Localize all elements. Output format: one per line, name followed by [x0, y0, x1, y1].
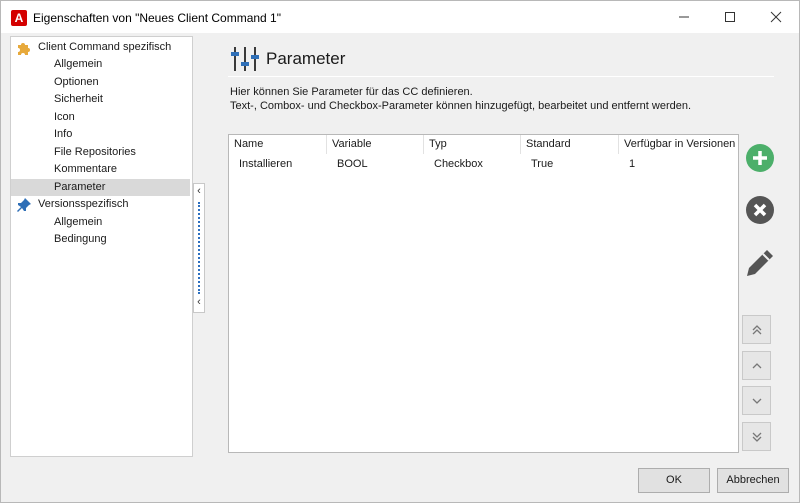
tree-item-parameter[interactable]: Parameter [11, 179, 190, 196]
tree-item-file-repositories[interactable]: File Repositories [11, 144, 192, 161]
minimize-button[interactable] [661, 1, 707, 33]
tree-group-label: Versionsspezifisch [38, 198, 129, 210]
add-parameter-button[interactable] [744, 142, 776, 174]
splitter-grip [198, 202, 200, 294]
maximize-button[interactable] [707, 1, 753, 33]
tree-item-sicherheit[interactable]: Sicherheit [11, 91, 192, 108]
double-chevron-up-icon [752, 325, 762, 335]
tree-item-allgemein[interactable]: Allgemein [11, 56, 192, 73]
tree-group-label: Client Command spezifisch [38, 41, 172, 53]
tree-item-label: Bedingung [54, 233, 107, 245]
tree-item-label: Allgemein [54, 216, 103, 228]
plus-circle-icon [746, 144, 774, 172]
tree-item-label: Parameter [54, 181, 106, 193]
description-line-1: Hier können Sie Parameter für das CC def… [230, 86, 473, 98]
double-chevron-down-icon [752, 432, 762, 442]
puzzle-icon [18, 43, 30, 55]
ok-button[interactable]: OK [638, 468, 710, 493]
tree-item-label: Info [54, 128, 73, 140]
cell-versionen: 1 [629, 158, 636, 170]
tree-item-kommentare[interactable]: Kommentare [11, 161, 192, 178]
app-logo-icon: A [11, 10, 27, 26]
close-button[interactable] [753, 1, 799, 33]
sidebar-splitter[interactable]: ‹ ‹ [193, 183, 205, 313]
title-bar: A Eigenschaften von "Neues Client Comman… [1, 1, 799, 33]
x-circle-icon [746, 196, 774, 224]
minimize-icon [679, 16, 689, 18]
description-line-2: Text-, Combox- und Checkbox-Parameter kö… [230, 100, 692, 112]
tree-item-label: Allgemein [54, 58, 103, 70]
pencil-icon [747, 250, 773, 276]
tree-item-label: Optionen [54, 76, 99, 88]
tree-item-info[interactable]: Info [11, 126, 192, 143]
tree-item-optionen[interactable]: Optionen [11, 74, 192, 91]
navigation-tree: Client Command spezifisch Allgemein Opti… [10, 36, 193, 457]
chevron-up-icon [752, 363, 762, 369]
cell-typ: Checkbox [434, 158, 483, 170]
pin-icon [17, 198, 31, 212]
tree-item-allgemein-version[interactable]: Allgemein [11, 214, 192, 231]
close-icon [770, 11, 782, 23]
chevron-down-icon [752, 398, 762, 404]
move-to-bottom-button[interactable] [742, 422, 771, 451]
maximize-icon [725, 12, 735, 22]
cell-name: Installieren [239, 158, 293, 170]
sliders-icon [231, 47, 259, 71]
tree-item-bedingung[interactable]: Bedingung [11, 231, 192, 248]
tree-item-label: File Repositories [54, 146, 136, 158]
table-row[interactable]: Installieren BOOL Checkbox True 1 [229, 135, 737, 175]
page-title: Parameter [266, 49, 346, 68]
cell-variable: BOOL [337, 158, 368, 170]
cancel-button[interactable]: Abbrechen [717, 468, 789, 493]
tree-group-client-command[interactable]: Client Command spezifisch [11, 39, 192, 56]
tree-item-label: Icon [54, 111, 75, 123]
cell-standard: True [531, 158, 554, 170]
dialog-footer: OK Abbrechen [1, 459, 799, 502]
chevron-left-icon[interactable]: ‹ [194, 296, 204, 308]
header-divider [228, 76, 774, 77]
move-up-button[interactable] [742, 351, 771, 380]
parameter-table[interactable]: Name Variable Typ Standard Verfügbar in … [228, 134, 739, 453]
remove-parameter-button[interactable] [744, 194, 776, 226]
move-to-top-button[interactable] [742, 315, 771, 344]
tree-item-label: Sicherheit [54, 93, 103, 105]
window-title: Eigenschaften von "Neues Client Command … [33, 11, 281, 25]
chevron-left-icon[interactable]: ‹ [194, 185, 204, 197]
edit-parameter-button[interactable] [744, 247, 776, 279]
tree-group-versionsspezifisch[interactable]: Versionsspezifisch [11, 196, 192, 213]
tree-item-label: Kommentare [54, 163, 117, 175]
move-down-button[interactable] [742, 386, 771, 415]
parameter-page: Parameter Hier können Sie Parameter für … [206, 34, 799, 459]
tree-item-icon[interactable]: Icon [11, 109, 192, 126]
properties-dialog: A Eigenschaften von "Neues Client Comman… [0, 0, 800, 503]
